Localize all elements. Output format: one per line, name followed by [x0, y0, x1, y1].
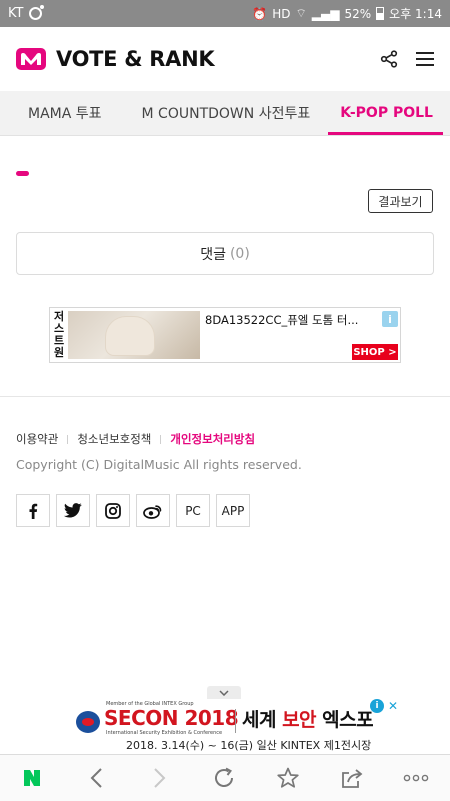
bottom-ad-banner[interactable]: Member of the Global INTEX Group SECON 2…	[66, 699, 402, 752]
ad-info-icon[interactable]: i	[382, 311, 398, 327]
ad-shop-button[interactable]: SHOP >	[352, 344, 398, 360]
naver-home-icon[interactable]	[0, 755, 64, 801]
youth-policy-link[interactable]: 청소년보호정책	[77, 431, 151, 447]
share-out-icon[interactable]	[320, 755, 384, 801]
close-icon[interactable]: ✕	[386, 699, 400, 713]
tab-mama-vote[interactable]: MAMA 투표	[28, 91, 102, 135]
social-links: PC APP	[16, 494, 250, 527]
signal-icon: ▂▄▆	[311, 6, 340, 21]
carrier-label: KT	[8, 6, 24, 21]
chevron-down-icon[interactable]	[207, 686, 241, 699]
facebook-icon[interactable]	[16, 494, 50, 527]
comment-count: (0)	[229, 245, 250, 262]
back-icon[interactable]	[64, 755, 128, 801]
ad-divider	[235, 709, 236, 733]
privacy-policy-link[interactable]: 개인정보처리방침	[170, 431, 255, 447]
clock: 오후 1:14	[389, 7, 442, 21]
app-header: VOTE & RANK	[0, 27, 450, 91]
ad-brand-vertical: 저 스 트 원	[53, 310, 65, 359]
wifi-icon: ⌔	[295, 6, 307, 20]
mnet-logo-icon[interactable]	[16, 48, 46, 70]
menu-icon[interactable]	[414, 48, 436, 70]
bookmark-star-icon[interactable]	[256, 755, 320, 801]
footer-links: 이용약관 청소년보호정책 개인정보처리방침	[16, 431, 255, 447]
battery-percent: 52%	[344, 6, 372, 21]
secon-logo-icon	[76, 711, 100, 733]
link-separator	[67, 434, 69, 444]
share-icon[interactable]	[378, 48, 400, 70]
forward-icon[interactable]	[128, 755, 192, 801]
app-download-button[interactable]: APP	[216, 494, 250, 527]
tab-bar: MAMA 투표 M COUNTDOWN 사전투표 K-POP POLL	[0, 91, 450, 136]
network-label: HD	[272, 6, 291, 21]
footer-divider	[0, 396, 450, 397]
ad-banner[interactable]: 저 스 트 원 8DA13522CC_퓨엘 도톰 터... i SHOP >	[49, 307, 401, 363]
ad-product-image	[68, 311, 200, 359]
section-marker	[16, 171, 29, 176]
alarm-icon: ⏰	[252, 6, 268, 21]
tab-mcountdown-prevote[interactable]: M COUNTDOWN 사전투표	[142, 91, 311, 135]
ad-korean-title: 세계 보안 엑스포	[242, 709, 374, 731]
ad-info-icon[interactable]: i	[370, 699, 384, 713]
status-bar: KT ⏰ HD ⌔ ▂▄▆ 52% 오후 1:14	[0, 0, 450, 27]
terms-link[interactable]: 이용약관	[16, 431, 58, 447]
instagram-icon[interactable]	[96, 494, 130, 527]
battery-icon	[376, 7, 385, 20]
link-separator	[160, 434, 162, 444]
tab-kpop-poll[interactable]: K-POP POLL	[328, 91, 443, 135]
comment-label: 댓글	[200, 246, 226, 263]
weibo-icon[interactable]	[136, 494, 170, 527]
ad-product-text: 8DA13522CC_퓨엘 도톰 터...	[205, 313, 359, 327]
ad-brand-subtitle: International Security Exhibition & Conf…	[106, 730, 223, 736]
ad-date-text: 2018. 3.14(수) ~ 16(금) 일산 KINTEX 제1전시장	[126, 739, 372, 752]
ad-brand-name: SECON 2018	[104, 706, 239, 730]
view-results-button[interactable]: 결과보기	[368, 189, 433, 213]
twitter-icon[interactable]	[56, 494, 90, 527]
more-options-icon[interactable]	[384, 755, 448, 801]
comment-button[interactable]: 댓글 (0)	[16, 232, 434, 275]
pc-version-button[interactable]: PC	[176, 494, 210, 527]
page-title: VOTE & RANK	[56, 47, 215, 71]
refresh-icon[interactable]	[192, 755, 256, 801]
copyright-text: Copyright (C) DigitalMusic All rights re…	[16, 457, 302, 472]
browser-toolbar	[0, 754, 450, 801]
notification-icon	[29, 5, 45, 20]
